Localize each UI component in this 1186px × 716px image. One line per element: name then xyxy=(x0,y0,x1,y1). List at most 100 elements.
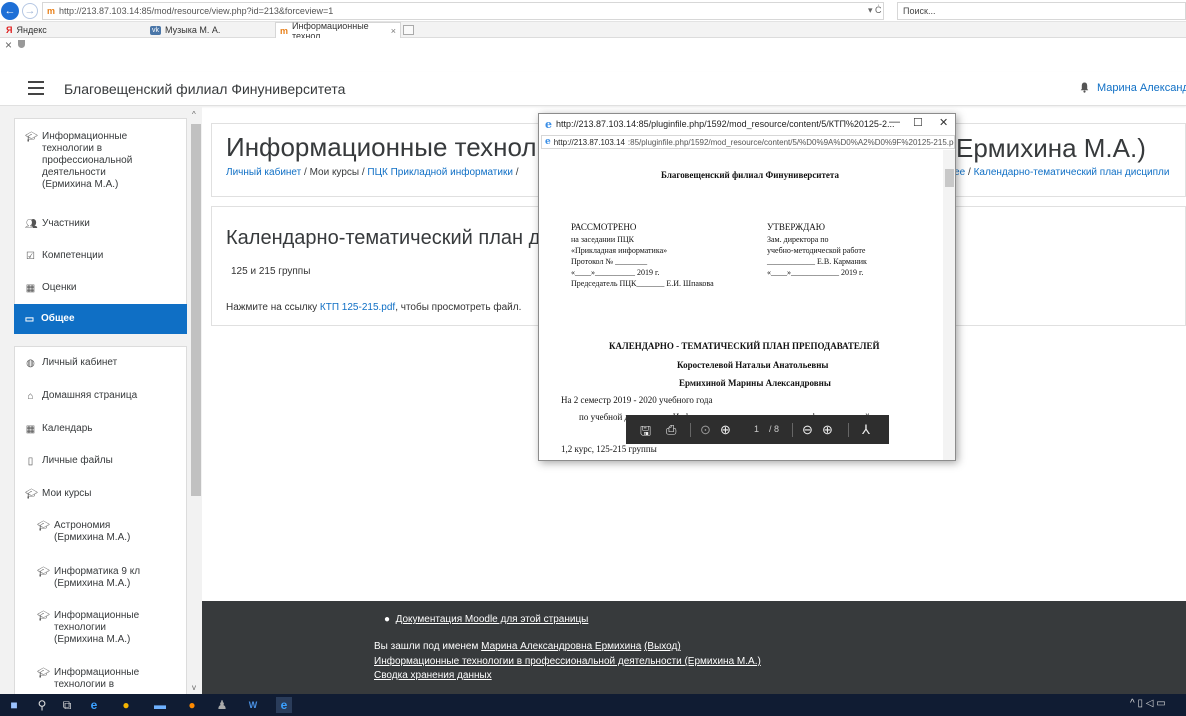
pdf-scrollbar-thumb[interactable] xyxy=(945,169,954,187)
course-line: Информационные xyxy=(54,610,140,621)
sidebar-item-private-files[interactable]: ▯ Личные файлы xyxy=(15,455,123,467)
sidebar-item-home[interactable]: ⌂ Домашняя страница xyxy=(15,390,147,402)
word-icon[interactable]: W xyxy=(245,697,261,713)
sidebar-course-astronomy[interactable]: 🎓︎ Астрономия (Ермихина М.А.) xyxy=(15,520,140,544)
acrobat-icon[interactable]: ⅄ xyxy=(862,422,870,438)
breadcrumb-tail: щее / Календарно-тематический план дисци… xyxy=(946,167,1169,178)
drawer-toggle-icon[interactable] xyxy=(28,81,44,95)
refresh-button[interactable]: ▾ Ċ xyxy=(868,5,882,16)
address-field[interactable]: m http://213.87.103.14:85/mod/resource/v… xyxy=(42,2,884,20)
breadcrumb-page[interactable]: Календарно-тематический план дисципли xyxy=(974,167,1170,178)
toolbar-divider xyxy=(792,423,793,437)
sidebar-item-label: Календарь xyxy=(42,423,93,434)
page-down-icon[interactable]: ⊕ xyxy=(720,422,731,438)
sidebar-item-course[interactable]: 🎓︎ Информационные технологии в профессио… xyxy=(15,131,142,191)
page-number-input[interactable]: 1 xyxy=(754,424,759,434)
vk-icon: vk xyxy=(150,25,161,35)
sidebar-course-informatics[interactable]: 🎓︎ Информатика 9 кл (Ермихина М.А.) xyxy=(15,566,150,590)
sidebar-item-label: Мои курсы xyxy=(42,488,92,499)
pdf-scrollbar[interactable] xyxy=(943,150,955,460)
maximize-button[interactable]: ☐ xyxy=(913,116,923,129)
scroll-down-icon[interactable]: v xyxy=(192,683,196,692)
course-line: деятельности xyxy=(42,167,106,178)
resource-file-link[interactable]: КТП 125-215.pdf xyxy=(320,302,395,313)
graduation-cap-icon: 🎓︎ xyxy=(37,668,50,679)
sidebar-item-label: Домашняя страница xyxy=(42,390,138,401)
folder-icon: ▭ xyxy=(24,314,35,325)
popup-address-field[interactable]: e http://213.87.103.14:85/pluginfile.php… xyxy=(541,135,955,149)
task-view-icon[interactable]: ⧉ xyxy=(59,697,75,713)
graduation-cap-icon: 🎓︎ xyxy=(37,567,50,578)
forward-button[interactable]: → xyxy=(22,3,38,19)
sidebar-course-it-prof[interactable]: 🎓︎ Информационные технологии в xyxy=(15,667,149,691)
print-icon[interactable]: ⎙ xyxy=(666,422,676,438)
search-icon[interactable]: ⚲ xyxy=(34,697,50,713)
sidebar-item-competencies[interactable]: ☑ Компетенции xyxy=(15,250,186,280)
course-line: Информационные xyxy=(54,667,140,678)
windows-start-icon[interactable]: ■ xyxy=(6,697,22,713)
sidebar-item-my-courses[interactable]: 🎓︎ Мои курсы xyxy=(15,488,102,500)
sidebar-item-general[interactable]: ▭ Общее xyxy=(14,304,187,334)
page-up-icon[interactable]: ⊙ xyxy=(700,422,711,438)
yandex-browser-icon[interactable]: ● xyxy=(118,697,134,713)
close-bar-icon[interactable]: × xyxy=(5,38,12,52)
checkbox-icon: ☑ xyxy=(26,251,35,262)
footer-login-line: Вы зашли под именем Марина Александровна… xyxy=(374,641,681,652)
pdf-plan-title: КАЛЕНДАРНО - ТЕМАТИЧЕСКИЙ ПЛАН ПРЕПОДАВА… xyxy=(609,341,880,351)
internet-explorer-icon: e xyxy=(545,137,551,147)
footer-retention-line: Сводка хранения данных xyxy=(374,670,492,681)
sidebar-item-participants[interactable]: 👥︎ Участники xyxy=(15,218,186,248)
page-title: Информационные технологи xyxy=(226,132,576,162)
save-icon[interactable]: 🖫︎ xyxy=(640,422,651,444)
tab-current[interactable]: m Информационные технол... × xyxy=(275,21,401,41)
internet-explorer-icon[interactable]: e xyxy=(276,697,292,713)
pdf-right-line: УТВЕРЖДАЮ xyxy=(767,222,826,232)
notifications-bell-icon[interactable] xyxy=(1080,82,1089,93)
zoom-out-icon[interactable]: ⊖ xyxy=(802,422,813,438)
search-input[interactable]: Поиск... xyxy=(897,2,1186,20)
pdf-right-line: «____»____________ 2019 г. xyxy=(767,268,864,277)
firefox-icon[interactable]: ● xyxy=(184,697,200,713)
breadcrumb-my-courses[interactable]: Мои курсы xyxy=(310,167,360,178)
close-button[interactable]: ✕ xyxy=(939,116,948,129)
site-name[interactable]: Благовещенский филиал Финуниверситета xyxy=(64,81,345,97)
sidebar-item-calendar[interactable]: ▦ Календарь xyxy=(15,423,102,435)
breadcrumb-dashboard[interactable]: Личный кабинет xyxy=(226,167,301,178)
user-menu[interactable]: Марина Александровна xyxy=(1097,82,1186,94)
sidebar-item-dashboard[interactable]: ◍ Личный кабинет xyxy=(15,357,127,369)
back-button[interactable]: ← xyxy=(1,2,19,20)
page-total: / 8 xyxy=(769,424,780,434)
new-tab-button[interactable] xyxy=(403,25,414,35)
breadcrumb-separator: / xyxy=(304,167,307,178)
footer-course-link[interactable]: Информационные технологии в профессионал… xyxy=(374,656,761,667)
graduation-cap-icon: 🎓︎ xyxy=(25,489,38,500)
browser-tab-bar: Я Яндекс vk Музыка М. А. m Информационны… xyxy=(0,21,1186,41)
profile-link[interactable]: Марина Александровна Ермихина xyxy=(481,641,641,652)
sidebar-item-grades[interactable]: ▦ Оценки xyxy=(15,282,186,306)
tab-label: Музыка М. А. xyxy=(165,25,221,35)
graduation-cap-icon: 🎓︎ xyxy=(37,611,50,622)
data-retention-link[interactable]: Сводка хранения данных xyxy=(374,670,492,681)
windows-taskbar: ■ ⚲ ⧉ e ● ▬ ● ♟ W e ^ ▯ ◁ ▭ xyxy=(0,694,1186,716)
drawer-scrollbar-thumb[interactable] xyxy=(191,124,201,496)
tab-close-icon[interactable]: × xyxy=(391,26,396,36)
file-explorer-icon[interactable]: ▬ xyxy=(152,697,168,713)
tab-yandex[interactable]: Я Яндекс xyxy=(2,22,152,38)
tab-vk-music[interactable]: vk Музыка М. А. xyxy=(146,22,276,38)
zoom-in-icon[interactable]: ⊕ xyxy=(822,422,833,438)
popup-url-path: :85/pluginfile.php/1592/mod_resource/con… xyxy=(627,137,955,147)
edge-icon[interactable]: e xyxy=(86,697,102,713)
moodle-docs-link[interactable]: Документация Moodle для этой страницы xyxy=(396,614,589,625)
breadcrumb-category[interactable]: ПЦК Прикладной информатики xyxy=(367,167,513,178)
scroll-up-icon[interactable]: ^ xyxy=(192,110,196,119)
course-line: Информационные xyxy=(42,131,128,142)
course-line: технологии xyxy=(54,622,107,633)
app-icon[interactable]: ♟ xyxy=(214,697,230,713)
shield-icon[interactable] xyxy=(18,40,25,48)
pdf-semester: На 2 семестр 2019 - 2020 учебного года xyxy=(561,395,713,405)
sidebar-course-it[interactable]: 🎓︎ Информационные технологии (Ермихина М… xyxy=(15,610,149,646)
sidebar-item-label: Компетенции xyxy=(42,250,104,261)
minimize-button[interactable]: — xyxy=(889,116,900,128)
system-tray[interactable]: ^ ▯ ◁ ▭ xyxy=(1130,698,1166,709)
logout-link[interactable]: (Выход) xyxy=(644,641,681,652)
